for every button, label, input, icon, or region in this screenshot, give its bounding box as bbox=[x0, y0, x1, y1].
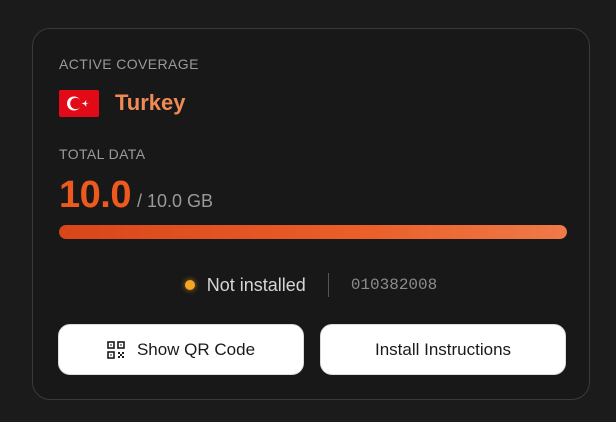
install-instructions-label: Install Instructions bbox=[374, 339, 512, 359]
qr-code-icon bbox=[107, 340, 125, 359]
status-dot-icon bbox=[184, 280, 195, 290]
data-used-value: 10.0 bbox=[59, 174, 131, 216]
data-usage: 10.0 / 10.0 GB bbox=[59, 174, 213, 217]
country-row: Turkey bbox=[59, 89, 186, 117]
install-instructions-button[interactable]: Install Instructions bbox=[320, 324, 566, 375]
data-progress-fill bbox=[59, 225, 567, 239]
data-total-value: / 10.0 GB bbox=[136, 191, 214, 211]
status-row: Not installed 010382008 bbox=[33, 270, 589, 300]
install-status: Not installed bbox=[206, 274, 306, 295]
active-coverage-label: ACTIVE COVERAGE bbox=[59, 56, 199, 72]
show-qr-code-label: Show QR Code bbox=[136, 339, 256, 359]
total-data-label: TOTAL DATA bbox=[59, 146, 146, 162]
esim-coverage-card: ACTIVE COVERAGE Turkey TOTAL DATA 10.0 /… bbox=[32, 28, 590, 400]
esim-id: 010382008 bbox=[350, 276, 438, 294]
country-name: Turkey bbox=[115, 90, 186, 115]
status-divider bbox=[327, 273, 329, 297]
turkey-flag-icon bbox=[59, 89, 99, 117]
data-progress-bar bbox=[59, 225, 567, 239]
show-qr-code-button[interactable]: Show QR Code bbox=[58, 324, 304, 375]
